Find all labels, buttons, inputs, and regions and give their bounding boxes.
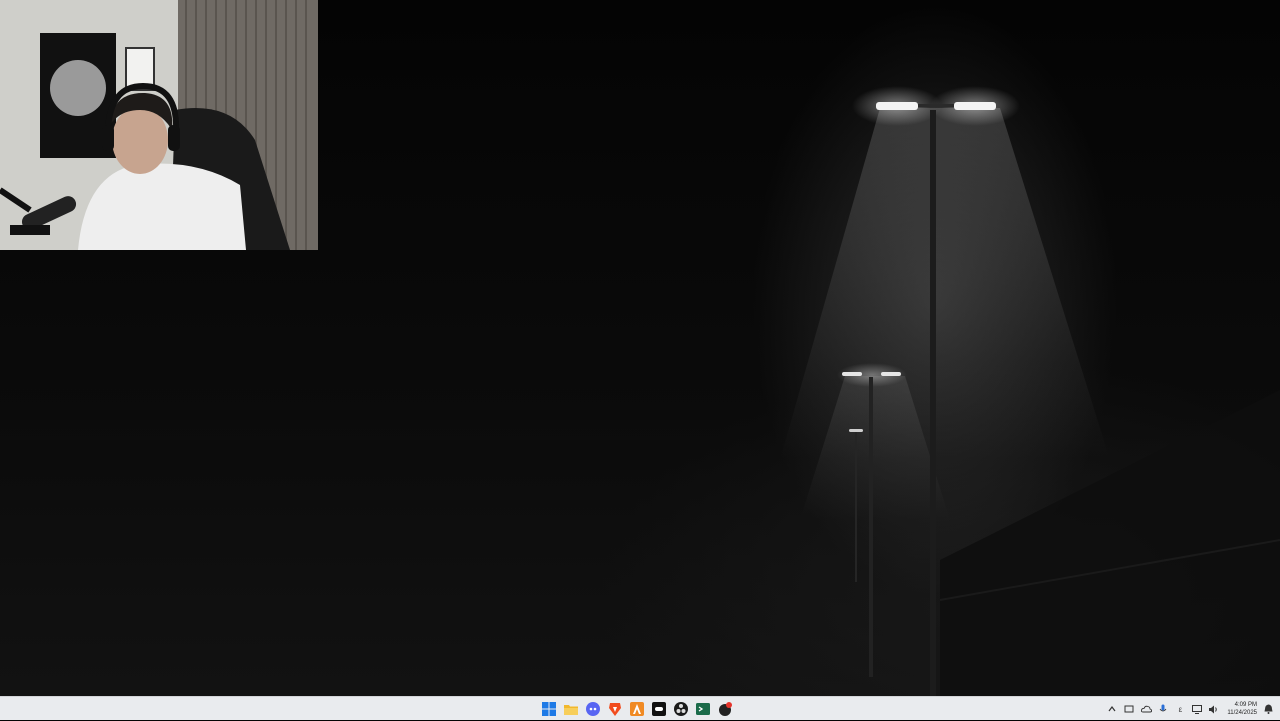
- obs-studio-button[interactable]: [672, 700, 690, 718]
- brave-browser-button[interactable]: [606, 700, 624, 718]
- start-button[interactable]: [540, 700, 558, 718]
- game-app-button[interactable]: [716, 700, 734, 718]
- epic-games-button[interactable]: [650, 700, 668, 718]
- notification-app-icon: [719, 702, 732, 716]
- terminal-button[interactable]: [694, 700, 712, 718]
- clock-time: 4:09 PM: [1234, 702, 1257, 708]
- game-controller-icon: [652, 702, 666, 716]
- webcam-overlay: [0, 0, 318, 250]
- windows-icon: [542, 702, 556, 716]
- notification-bell-icon[interactable]: [1262, 703, 1274, 715]
- terminal-icon: [696, 703, 710, 715]
- clock-date: 11/24/2025: [1227, 710, 1257, 716]
- orange-app-icon: [630, 702, 644, 716]
- brave-lion-icon: [609, 703, 621, 716]
- discord-icon: [586, 702, 600, 716]
- display-icon[interactable]: [1191, 703, 1203, 715]
- obs-icon: [674, 702, 688, 716]
- onedrive-cloud-icon[interactable]: [1140, 703, 1152, 715]
- taskbar: ε 4:09 PM 11/24/2025: [0, 696, 1280, 720]
- taskbar-pinned-apps: [540, 697, 734, 721]
- chevron-up-icon[interactable]: [1106, 703, 1118, 715]
- folder-icon: [564, 705, 578, 715]
- file-explorer-button[interactable]: [562, 700, 580, 718]
- volume-icon[interactable]: [1208, 703, 1220, 715]
- apex-app-button[interactable]: [628, 700, 646, 718]
- network-share-icon[interactable]: [1123, 703, 1135, 715]
- language-indicator[interactable]: ε: [1174, 703, 1186, 715]
- system-tray: ε 4:09 PM 11/24/2025: [1106, 697, 1274, 721]
- microphone-icon[interactable]: [1157, 703, 1169, 715]
- discord-button[interactable]: [584, 700, 602, 718]
- clock[interactable]: 4:09 PM 11/24/2025: [1227, 701, 1257, 717]
